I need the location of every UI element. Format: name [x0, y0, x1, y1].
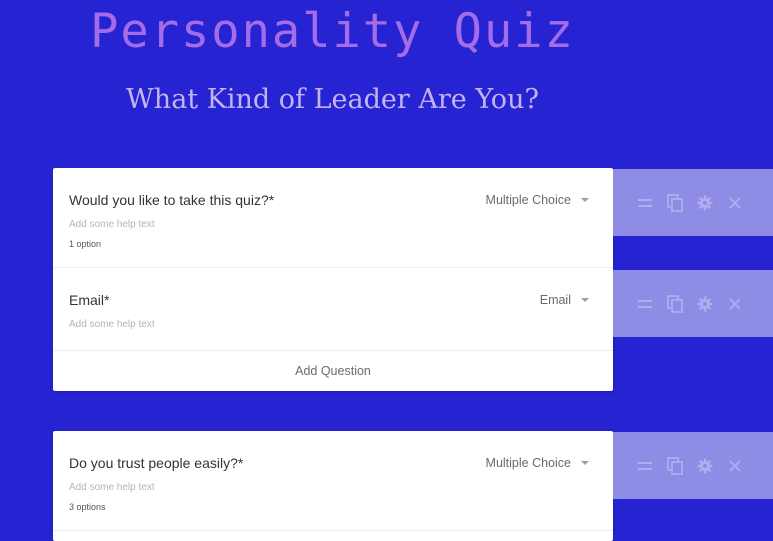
settings-icon[interactable]	[690, 456, 720, 476]
caret-down-icon	[581, 298, 589, 302]
question-label[interactable]: Email*	[69, 292, 109, 308]
question-toolbar	[613, 169, 773, 236]
question-item[interactable]: Do you trust people easily?* Multiple Ch…	[53, 431, 613, 531]
question-toolbar	[613, 270, 773, 337]
quiz-title: Personality Quiz	[90, 4, 575, 59]
question-type-dropdown[interactable]: Multiple Choice	[486, 456, 589, 470]
question-type-value: Multiple Choice	[485, 456, 571, 470]
add-question-button[interactable]: Add Question	[53, 351, 613, 391]
option-count: 3 options	[69, 502, 106, 512]
option-count: 1 option	[69, 239, 102, 249]
drag-handle-icon[interactable]	[630, 456, 660, 476]
page-card: Would you like to take this quiz?* Multi…	[53, 168, 613, 391]
delete-icon[interactable]	[720, 456, 750, 476]
settings-icon[interactable]	[690, 294, 720, 314]
drag-handle-icon[interactable]	[630, 193, 660, 213]
help-text-input[interactable]: Add some help text	[69, 219, 155, 230]
caret-down-icon	[581, 198, 589, 202]
page-card: Do you trust people easily?* Multiple Ch…	[53, 431, 613, 541]
question-type-value: Email	[539, 293, 571, 307]
question-type-dropdown[interactable]: Email	[540, 293, 589, 307]
question-toolbar	[613, 432, 773, 499]
question-label[interactable]: Do you trust people easily?*	[69, 455, 243, 471]
duplicate-icon[interactable]	[660, 193, 690, 213]
caret-down-icon	[581, 461, 589, 465]
delete-icon[interactable]	[720, 193, 750, 213]
help-text-input[interactable]: Add some help text	[69, 482, 155, 493]
duplicate-icon[interactable]	[660, 456, 690, 476]
duplicate-icon[interactable]	[660, 294, 690, 314]
question-item[interactable]: Email* Email Add some help text	[53, 268, 613, 351]
question-type-dropdown[interactable]: Multiple Choice	[486, 193, 589, 207]
help-text-input[interactable]: Add some help text	[69, 319, 155, 330]
question-type-value: Multiple Choice	[485, 193, 571, 207]
settings-icon[interactable]	[690, 193, 720, 213]
question-label[interactable]: Would you like to take this quiz?*	[69, 192, 274, 208]
delete-icon[interactable]	[720, 294, 750, 314]
quiz-subtitle: What Kind of Leader Are You?	[126, 84, 539, 115]
question-item[interactable]: Would you like to take this quiz?* Multi…	[53, 168, 613, 268]
drag-handle-icon[interactable]	[630, 294, 660, 314]
